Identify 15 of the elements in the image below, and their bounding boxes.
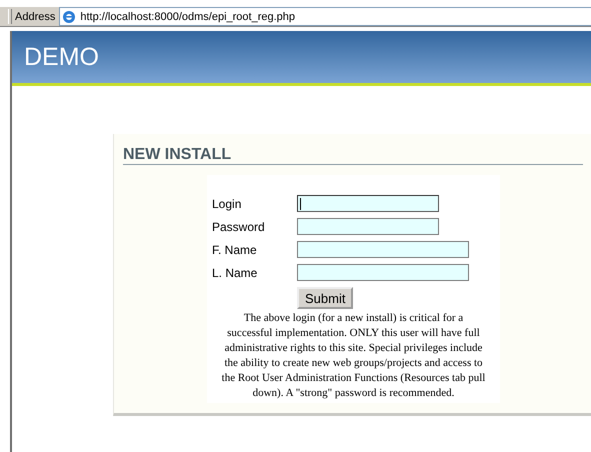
site-title: DEMO xyxy=(24,42,99,72)
input-field[interactable] xyxy=(297,218,439,235)
input-field[interactable] xyxy=(297,241,469,258)
input-field[interactable] xyxy=(297,264,469,281)
browser-page-icon xyxy=(62,10,76,24)
section-heading: NEW INSTALL xyxy=(123,146,583,165)
address-label: Address xyxy=(14,10,56,22)
field-label: F. Name xyxy=(212,242,258,256)
field-label: Login xyxy=(212,196,242,210)
address-field[interactable]: http://localhost:8000/odms/epi_root_reg.php xyxy=(59,7,591,26)
input-field[interactable] xyxy=(297,195,439,212)
submit-button[interactable]: Submit xyxy=(297,287,354,309)
field-label: Password xyxy=(212,220,266,234)
info-paragraph: The above login (for a new install) is critical for a successful implementation. ONLY this user will have full administrative rights to this site. Special privileges include the ability to create new web groups/projects and access to the Root User Administration Functions (Resources tab pull down). A "strong" password is recommended. xyxy=(221,311,486,401)
field-label: L. Name xyxy=(212,266,258,280)
